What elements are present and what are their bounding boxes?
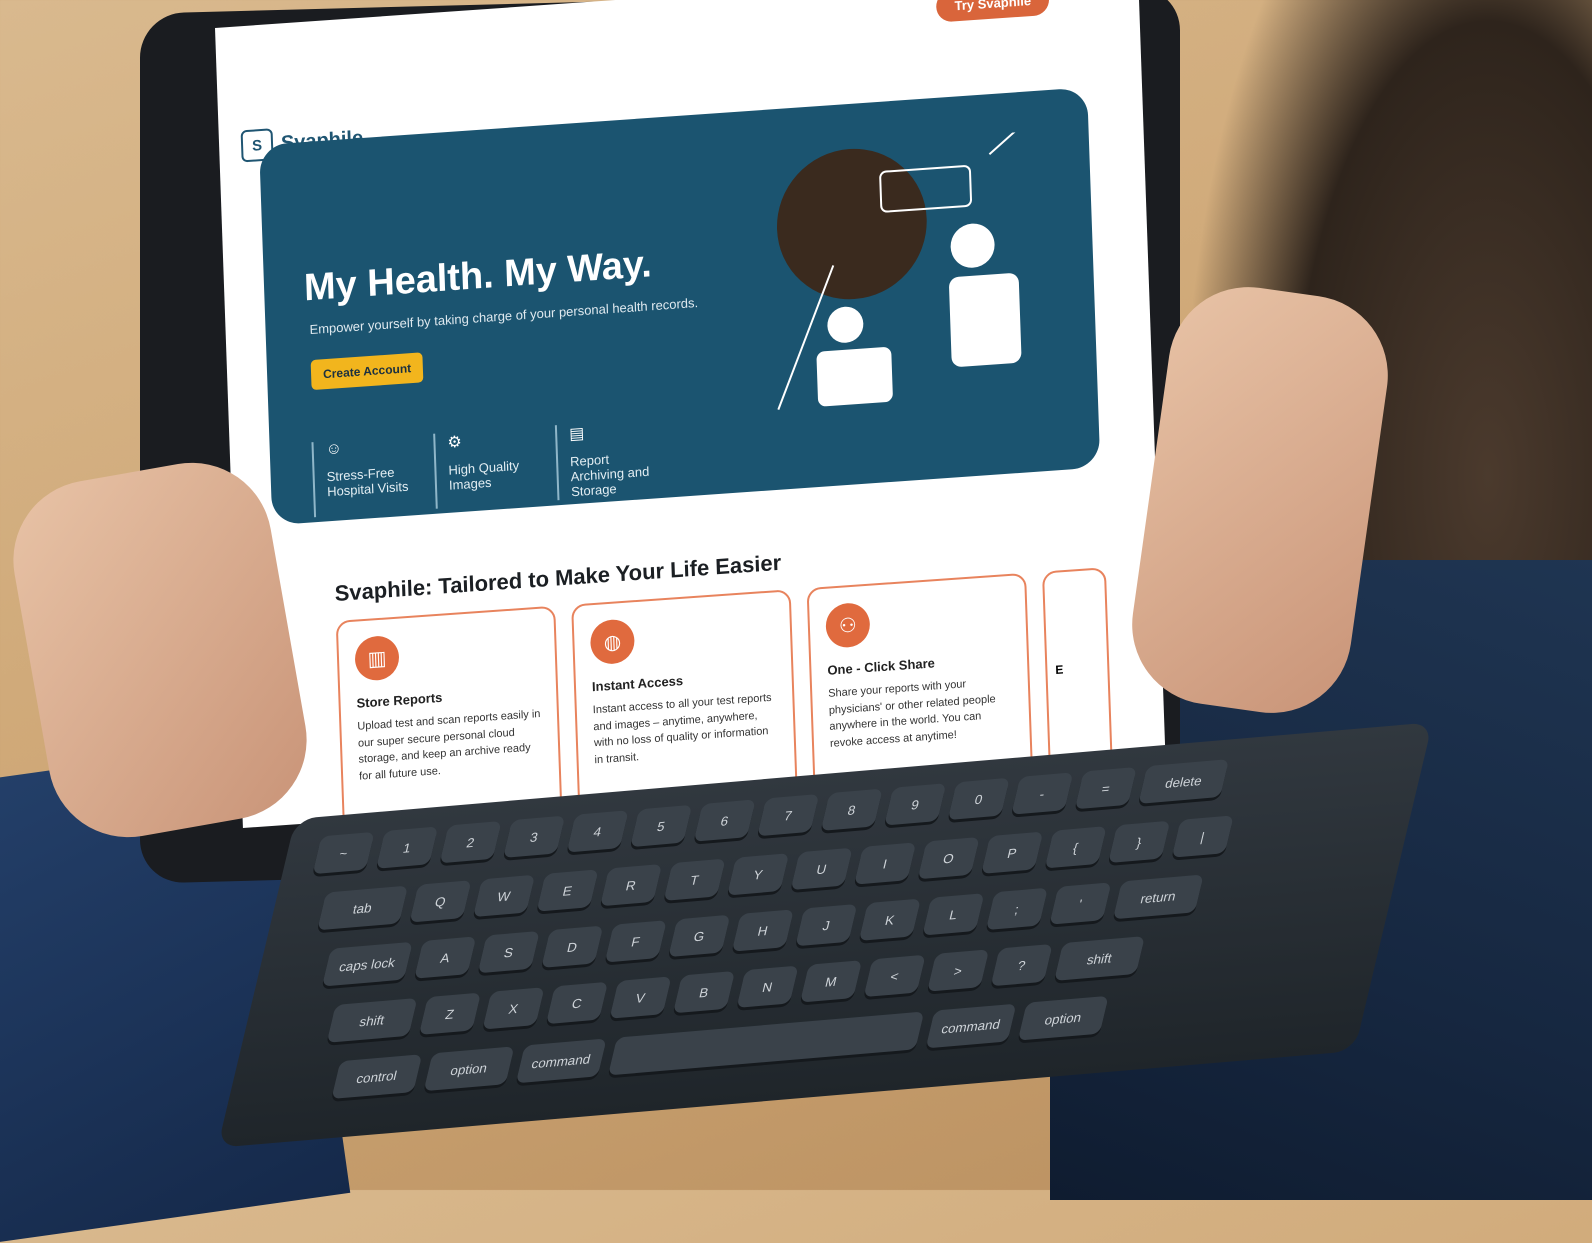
- keyboard-key[interactable]: 3: [502, 815, 566, 858]
- keyboard-key[interactable]: M: [799, 960, 863, 1003]
- keyboard-key[interactable]: command: [515, 1038, 607, 1084]
- keyboard-key[interactable]: 9: [884, 783, 947, 826]
- keyboard-key[interactable]: Y: [726, 853, 790, 896]
- keyboard-key[interactable]: B: [672, 970, 736, 1014]
- card-title: One - Click Share: [827, 655, 936, 678]
- person-relax-icon: ☺: [325, 440, 343, 459]
- keyboard-key[interactable]: I: [854, 842, 917, 885]
- card-store-reports[interactable]: ▥ Store Reports Upload test and scan rep…: [335, 605, 563, 828]
- keyboard-key[interactable]: 8: [820, 788, 883, 831]
- keyboard-key[interactable]: X: [482, 987, 545, 1030]
- keyboard-key[interactable]: N: [736, 965, 799, 1008]
- decor-line: [988, 129, 1039, 156]
- keyboard-key[interactable]: 1: [375, 826, 439, 869]
- globe-hand-icon: ◍: [589, 618, 636, 666]
- keyboard-key[interactable]: Z: [418, 992, 482, 1035]
- feature-label: High Quality Images: [448, 457, 520, 493]
- keyboard-key[interactable]: 5: [630, 804, 693, 848]
- patient-head: [827, 306, 864, 343]
- card-title: Instant Access: [591, 672, 684, 695]
- keyboard-key[interactable]: P: [981, 831, 1044, 874]
- keyboard-key[interactable]: F: [604, 920, 667, 963]
- tablet-screen: Try Svaphile S Svaphile My Health. My Wa…: [215, 0, 1166, 828]
- keyboard-key[interactable]: ?: [990, 943, 1053, 987]
- doctor-body: [949, 273, 1022, 367]
- keyboard-key[interactable]: R: [599, 863, 663, 907]
- card-title: Store Reports: [356, 689, 443, 711]
- keyboard-key[interactable]: 7: [757, 793, 820, 837]
- keyboard-key[interactable]: Q: [409, 880, 472, 923]
- share-people-icon: ⚇: [825, 601, 871, 649]
- keyboard-key[interactable]: |: [1171, 815, 1234, 858]
- keyboard-key[interactable]: option: [1017, 995, 1109, 1041]
- keyboard-key[interactable]: 6: [693, 799, 756, 842]
- card-description: Instant access to all your test reports …: [592, 691, 772, 766]
- keyboard-key[interactable]: T: [663, 858, 726, 901]
- keyboard-key[interactable]: option: [423, 1046, 515, 1092]
- folders-icon: ▥: [354, 634, 400, 682]
- feature-item: ⚙ High Quality Images: [433, 426, 540, 509]
- card-description: Share your reports with your physicians'…: [828, 678, 996, 750]
- keyboard-key[interactable]: ~: [312, 831, 375, 875]
- feature-item: ☺ Stress-Free Hospital Visits: [311, 435, 418, 518]
- keyboard-key[interactable]: =: [1074, 766, 1137, 810]
- keyboard-key[interactable]: J: [795, 903, 858, 947]
- keyboard-key[interactable]: command: [925, 1003, 1017, 1049]
- keyboard-key[interactable]: C: [545, 981, 609, 1025]
- feature-label: Report Archiving and Storage: [569, 451, 650, 500]
- feature-label: Stress-Free Hospital Visits: [326, 464, 409, 500]
- doctor-head: [950, 223, 995, 268]
- keyboard-key[interactable]: U: [790, 847, 853, 891]
- keyboard-key[interactable]: W: [472, 874, 536, 918]
- keyboard-key[interactable]: 0: [947, 777, 1010, 821]
- keyboard-key[interactable]: control: [331, 1054, 423, 1100]
- keyboard-key[interactable]: H: [731, 909, 794, 952]
- keyboard-key[interactable]: K: [858, 898, 921, 941]
- keyboard-key[interactable]: return: [1112, 874, 1204, 920]
- keyboard-key[interactable]: S: [477, 930, 540, 974]
- keyboard-key[interactable]: D: [541, 925, 604, 968]
- keyboard-key[interactable]: ': [1049, 882, 1112, 925]
- card-partial-letter: E: [1055, 662, 1064, 677]
- keyboard-key[interactable]: tab: [317, 885, 409, 931]
- keyboard-key[interactable]: ;: [985, 887, 1049, 931]
- xray-circle: [776, 148, 927, 300]
- keyboard-key[interactable]: {: [1044, 826, 1107, 869]
- keyboard-key[interactable]: <: [863, 954, 926, 998]
- feature-list: ☺ Stress-Free Hospital Visits ⚙ High Qua…: [311, 418, 662, 518]
- laptop: [816, 347, 893, 407]
- gears-icon: ⚙: [447, 433, 463, 452]
- keyboard-key[interactable]: >: [926, 949, 990, 992]
- keyboard-key[interactable]: shift: [326, 997, 418, 1043]
- hero-banner: My Health. My Way. Empower yourself by t…: [259, 87, 1101, 526]
- keyboard-key[interactable]: L: [922, 893, 985, 936]
- keyboard-key[interactable]: -: [1011, 772, 1074, 815]
- keyboard-key[interactable]: delete: [1138, 759, 1230, 804]
- feature-item: ▤ Report Archiving and Storage: [554, 418, 662, 501]
- try-svaphile-button[interactable]: Try Svaphile: [936, 0, 1050, 23]
- keyboard-key[interactable]: G: [668, 914, 731, 958]
- keyboard-key[interactable]: O: [917, 836, 980, 880]
- keyboard-key[interactable]: V: [609, 976, 672, 1019]
- card-description: Upload test and scan reports easily in o…: [357, 707, 541, 783]
- keyboard-key[interactable]: }: [1108, 820, 1171, 864]
- keyboard-key[interactable]: A: [414, 936, 477, 979]
- create-account-button[interactable]: Create Account: [310, 352, 424, 391]
- keyboard-key[interactable]: caps lock: [321, 941, 413, 987]
- keyboard-key[interactable]: shift: [1054, 936, 1145, 981]
- keyboard-key[interactable]: 2: [439, 820, 502, 864]
- keyboard-key[interactable]: [607, 1011, 925, 1076]
- hero-title: My Health. My Way.: [303, 243, 653, 310]
- keyboard-key[interactable]: 4: [566, 810, 629, 853]
- archive-box-icon: ▤: [568, 425, 585, 444]
- keyboard-key[interactable]: E: [536, 869, 599, 912]
- hero-illustration: [776, 129, 1039, 410]
